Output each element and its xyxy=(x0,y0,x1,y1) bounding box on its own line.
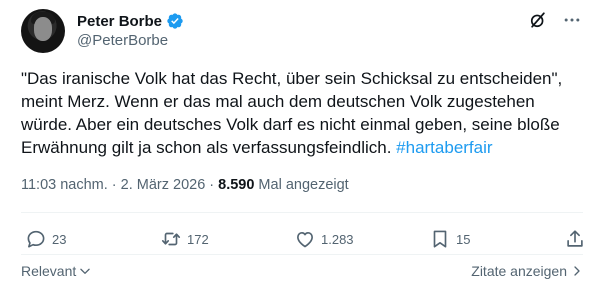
bookmark-icon xyxy=(433,230,447,248)
views-label: Mal angezeigt xyxy=(258,177,349,193)
share-icon xyxy=(567,230,583,247)
hashtag-link[interactable]: #hartaberfair xyxy=(396,138,492,157)
views-count: 8.590 xyxy=(218,177,255,193)
tweet-text: "Das iranische Volk hat das Recht, über … xyxy=(21,67,586,159)
tweet-meta: 11:03 nachm. · 2. März 2026 · 8.590 Mal … xyxy=(21,177,349,193)
like-icon xyxy=(297,232,313,248)
view-quotes-label: Zitate anzeigen xyxy=(471,263,567,279)
sort-relevant-label: Relevant xyxy=(21,263,77,279)
avatar-face xyxy=(34,17,52,41)
retweet-icon xyxy=(161,232,181,246)
author-handle[interactable]: @PeterBorbe xyxy=(77,32,168,49)
top-actions xyxy=(528,10,582,30)
author-display-name[interactable]: Peter Borbe xyxy=(77,13,162,30)
meta-separator: · xyxy=(111,177,117,193)
bookmark-button[interactable]: 15 xyxy=(429,228,470,250)
chevron-right-icon xyxy=(574,266,580,276)
author-name-row: Peter Borbe xyxy=(77,11,184,31)
meta-separator: · xyxy=(209,177,215,193)
share-button[interactable] xyxy=(564,228,586,250)
tweet-date[interactable]: 2. März 2026 xyxy=(121,177,206,193)
retweet-button[interactable]: 172 xyxy=(160,228,209,250)
divider xyxy=(21,212,583,213)
bookmark-count: 15 xyxy=(456,231,471,247)
like-button[interactable]: 1.283 xyxy=(294,228,354,250)
verified-badge-icon[interactable] xyxy=(166,12,184,30)
sort-relevant-dropdown[interactable]: Relevant xyxy=(21,263,92,279)
avatar[interactable] xyxy=(21,9,65,53)
action-bar: 23 172 1.283 15 xyxy=(21,228,585,252)
chevron-down-icon xyxy=(80,268,90,274)
reply-icon xyxy=(27,230,45,248)
more-icon[interactable] xyxy=(562,10,582,30)
tweet-time[interactable]: 11:03 nachm. xyxy=(21,177,108,193)
retweet-count: 172 xyxy=(187,231,209,247)
grok-icon[interactable] xyxy=(528,10,548,30)
divider xyxy=(21,254,583,255)
reply-count: 23 xyxy=(52,231,67,247)
view-quotes-link[interactable]: Zitate anzeigen xyxy=(471,263,583,279)
like-count: 1.283 xyxy=(321,231,354,247)
reply-button[interactable]: 23 xyxy=(25,228,66,250)
